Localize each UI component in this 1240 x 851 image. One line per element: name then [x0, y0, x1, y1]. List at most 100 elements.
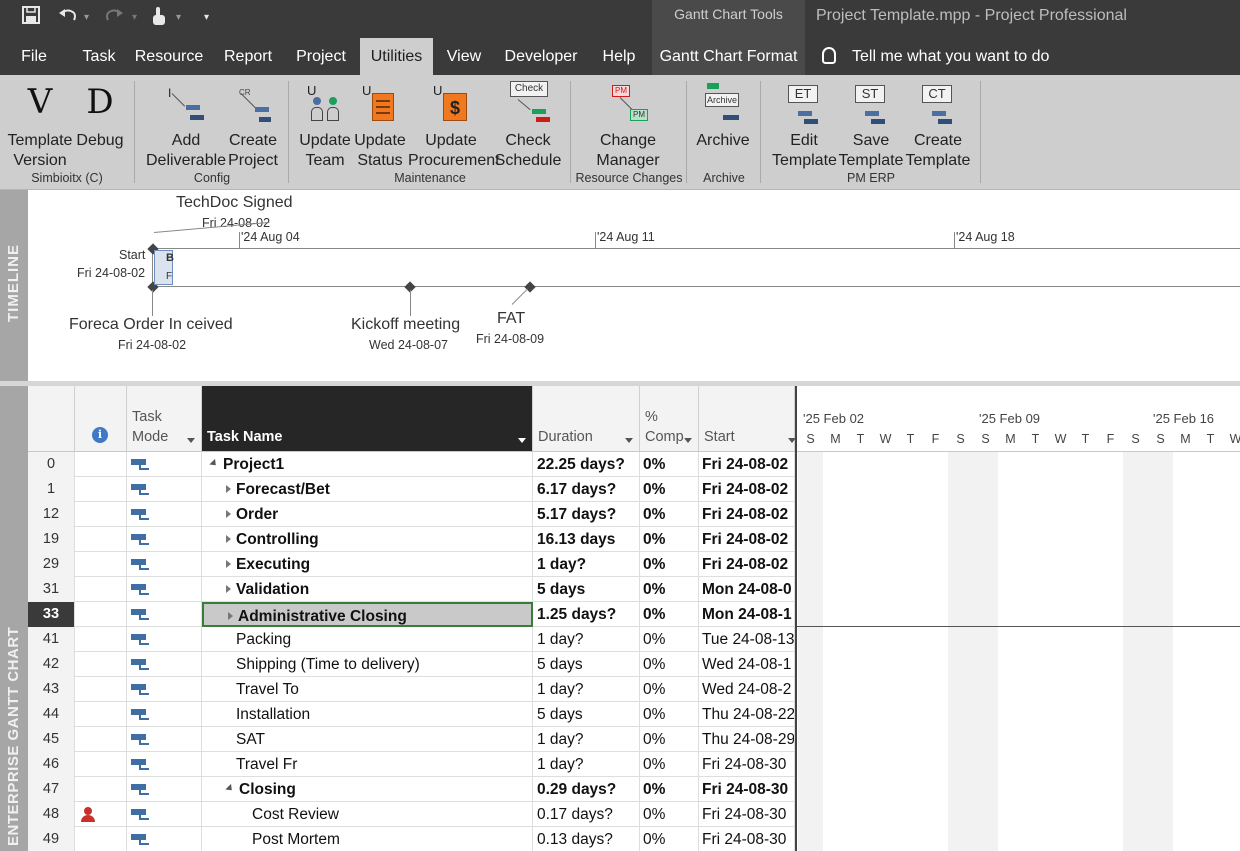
archive-button[interactable]: Archive Archive — [694, 79, 752, 151]
duration-cell[interactable]: 1 day? — [533, 677, 640, 702]
start-cell[interactable]: Tue 24-08-13 — [699, 627, 795, 652]
row-id[interactable]: 47 — [28, 777, 75, 802]
task-mode-cell[interactable] — [127, 727, 202, 752]
column-header-percent-complete[interactable]: % Comp — [640, 386, 699, 452]
touch-dropdown-icon[interactable]: ▾ — [176, 6, 181, 30]
percent-complete-cell[interactable]: 0% — [640, 602, 699, 627]
percent-complete-cell[interactable]: 0% — [640, 677, 699, 702]
duration-cell[interactable]: 1 day? — [533, 752, 640, 777]
task-mode-cell[interactable] — [127, 702, 202, 727]
task-mode-cell[interactable] — [127, 602, 202, 627]
tab-project[interactable]: Project — [290, 38, 352, 75]
task-mode-cell[interactable] — [127, 552, 202, 577]
table-row[interactable]: 33 Administrative Closing 1.25 days? 0% Mon … — [28, 602, 795, 627]
column-header-info[interactable]: i — [75, 386, 127, 452]
tab-resource[interactable]: Resource — [132, 38, 206, 75]
tab-gantt-chart-format[interactable]: Gantt Chart Format — [652, 38, 805, 75]
collapse-icon[interactable] — [225, 784, 235, 794]
table-row[interactable]: 42 Shipping (Time to delivery) 5 days 0% Wed… — [28, 652, 795, 677]
task-name-cell[interactable]: Installation — [202, 702, 533, 727]
task-name-cell[interactable]: Post Mortem — [202, 827, 533, 851]
duration-cell[interactable]: 5 days — [533, 577, 640, 602]
duration-cell[interactable]: 1 day? — [533, 727, 640, 752]
table-row[interactable]: 49 Post Mortem 0.13 days? 0% Fri 24-08-30 — [28, 827, 795, 851]
task-mode-cell[interactable] — [127, 577, 202, 602]
debug-button[interactable]: D Debug — [74, 79, 126, 151]
table-row[interactable]: 47 Closing 0.29 days? 0% Fri 24-08-30 — [28, 777, 795, 802]
start-cell[interactable]: Fri 24-08-02 — [699, 477, 795, 502]
row-id[interactable]: 41 — [28, 627, 75, 652]
redo-dropdown-icon[interactable]: ▾ — [132, 6, 137, 30]
create-template-button[interactable]: CT Create Template — [905, 79, 971, 171]
row-id[interactable]: 49 — [28, 827, 75, 851]
column-header-start[interactable]: Start — [699, 386, 796, 452]
percent-complete-cell[interactable]: 0% — [640, 752, 699, 777]
touch-mode-icon[interactable] — [150, 6, 168, 30]
gantt-chart-area[interactable]: '25 Feb 02 '25 Feb 09 '25 Feb 16 SMTWTFS… — [795, 386, 1240, 851]
start-cell[interactable]: Thu 24-08-29 — [699, 727, 795, 752]
column-header-duration[interactable]: Duration — [533, 386, 640, 452]
start-cell[interactable]: Fri 24-08-02 — [699, 552, 795, 577]
expand-icon[interactable] — [226, 534, 231, 543]
task-name-cell[interactable]: Controlling — [202, 527, 533, 552]
task-mode-cell[interactable] — [127, 527, 202, 552]
task-mode-cell[interactable] — [127, 677, 202, 702]
start-cell[interactable]: Fri 24-08-02 — [699, 452, 795, 477]
table-row[interactable]: 45 SAT 1 day? 0% Thu 24-08-29 — [28, 727, 795, 752]
start-cell[interactable]: Fri 24-08-30 — [699, 802, 795, 827]
percent-complete-cell[interactable]: 0% — [640, 627, 699, 652]
percent-complete-cell[interactable]: 0% — [640, 727, 699, 752]
filter-dropdown-icon[interactable] — [684, 438, 692, 443]
task-mode-cell[interactable] — [127, 802, 202, 827]
row-id[interactable]: 43 — [28, 677, 75, 702]
select-all-corner[interactable] — [28, 386, 75, 452]
row-id[interactable]: 19 — [28, 527, 75, 552]
table-row[interactable]: 19 Controlling 16.13 days 0% Fri 24-08-02 — [28, 527, 795, 552]
task-mode-cell[interactable] — [127, 477, 202, 502]
update-status-button[interactable]: U Update Status — [352, 79, 408, 171]
change-manager-button[interactable]: PM PM Change Manager — [590, 79, 666, 171]
task-name-cell[interactable]: Validation — [202, 577, 533, 602]
expand-icon[interactable] — [226, 509, 231, 518]
duration-cell[interactable]: 16.13 days — [533, 527, 640, 552]
start-cell[interactable]: Mon 24-08-0 — [699, 577, 795, 602]
task-mode-cell[interactable] — [127, 502, 202, 527]
add-deliverable-button[interactable]: I Add Deliverable — [146, 79, 226, 171]
collapse-icon[interactable] — [209, 459, 219, 469]
tab-report[interactable]: Report — [216, 38, 280, 75]
duration-cell[interactable]: 5 days — [533, 652, 640, 677]
start-cell[interactable]: Wed 24-08-1 — [699, 652, 795, 677]
table-row[interactable]: 31 Validation 5 days 0% Mon 24-08-0 — [28, 577, 795, 602]
task-mode-cell[interactable] — [127, 752, 202, 777]
save-icon[interactable] — [22, 6, 40, 30]
row-id[interactable]: 48 — [28, 802, 75, 827]
task-name-cell[interactable]: Travel Fr — [202, 752, 533, 777]
percent-complete-cell[interactable]: 0% — [640, 777, 699, 802]
tell-me-search[interactable]: Tell me what you want to do — [822, 38, 1049, 75]
undo-icon[interactable] — [58, 6, 78, 30]
expand-icon[interactable] — [226, 484, 231, 493]
column-header-task-mode[interactable]: Task Mode — [127, 386, 202, 452]
start-cell[interactable]: Fri 24-08-30 — [699, 827, 795, 851]
start-cell[interactable]: Fri 24-08-02 — [699, 527, 795, 552]
tab-task[interactable]: Task — [76, 38, 122, 75]
percent-complete-cell[interactable]: 0% — [640, 502, 699, 527]
table-row[interactable]: 48 Cost Review 0.17 days? 0% Fri 24-08-30 — [28, 802, 795, 827]
row-id[interactable]: 46 — [28, 752, 75, 777]
task-mode-cell[interactable] — [127, 827, 202, 851]
duration-cell[interactable]: 5.17 days? — [533, 502, 640, 527]
edit-template-button[interactable]: ET Edit Template — [772, 79, 837, 171]
row-id[interactable]: 42 — [28, 652, 75, 677]
row-id[interactable]: 1 — [28, 477, 75, 502]
row-id[interactable]: 45 — [28, 727, 75, 752]
duration-cell[interactable]: 0.17 days? — [533, 802, 640, 827]
percent-complete-cell[interactable]: 0% — [640, 827, 699, 851]
filter-dropdown-icon[interactable] — [187, 438, 195, 443]
task-mode-cell[interactable] — [127, 627, 202, 652]
duration-cell[interactable]: 0.29 days? — [533, 777, 640, 802]
filter-dropdown-icon[interactable] — [625, 438, 633, 443]
task-name-cell[interactable]: Cost Review — [202, 802, 533, 827]
table-row[interactable]: 12 Order 5.17 days? 0% Fri 24-08-02 — [28, 502, 795, 527]
percent-complete-cell[interactable]: 0% — [640, 477, 699, 502]
percent-complete-cell[interactable]: 0% — [640, 802, 699, 827]
